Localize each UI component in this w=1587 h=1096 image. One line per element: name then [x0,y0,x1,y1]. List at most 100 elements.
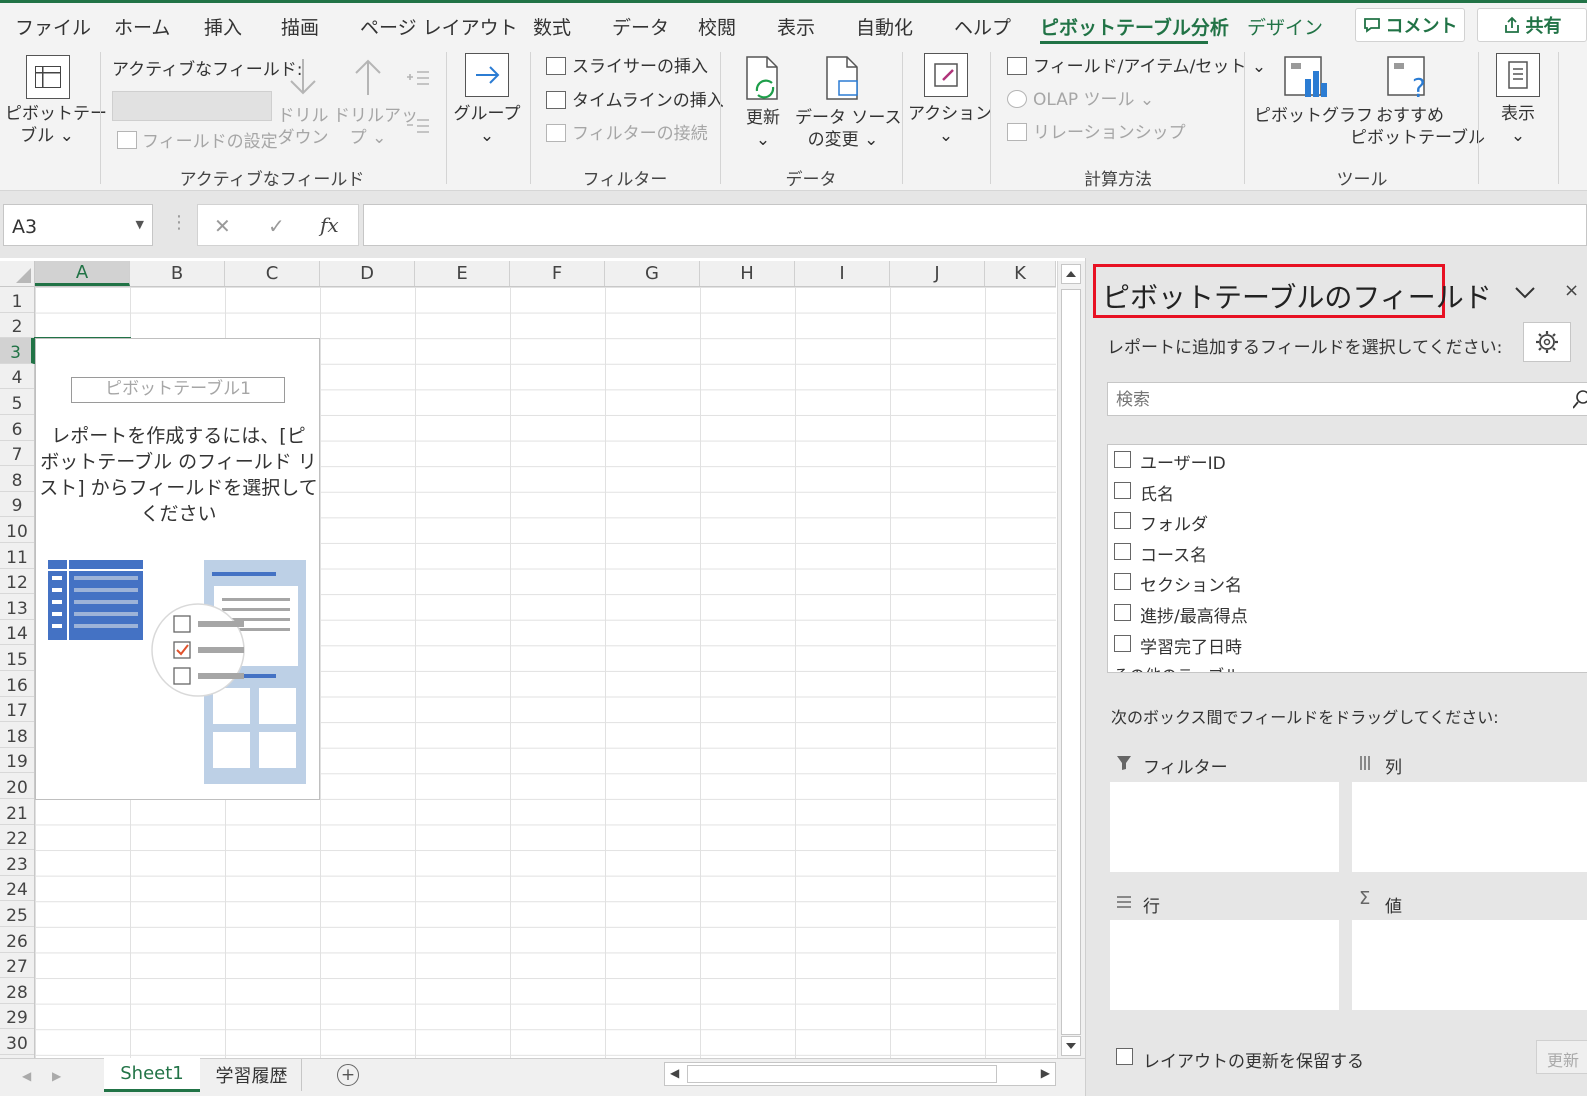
tab-page-layout[interactable]: ページ レイアウト [360,13,518,40]
insert-timeline-button[interactable]: タイムラインの挿入 [572,90,724,112]
add-sheet-button[interactable]: + [337,1064,359,1086]
field-search-input[interactable] [1107,382,1587,416]
row-header-5[interactable]: 5 [0,389,34,415]
horizontal-scroll-thumb[interactable] [687,1065,997,1083]
sheet-tab-sheet1[interactable]: Sheet1 [104,1058,200,1092]
column-header-h[interactable]: H [700,261,795,286]
column-header-f[interactable]: F [510,261,605,286]
row-header-13[interactable]: 13 [0,594,34,620]
drill-down-label-1[interactable]: ドリル [273,105,333,127]
row-header-14[interactable]: 14 [0,620,34,646]
pane-options-chevron-icon[interactable] [1514,286,1536,300]
row-header-25[interactable]: 25 [0,901,34,927]
tab-data[interactable]: データ [612,13,669,40]
field-checkbox[interactable] [1114,604,1131,621]
tab-pivottable-analyze[interactable]: ピボットテーブル分析 [1040,13,1229,40]
row-header-19[interactable]: 19 [0,748,34,774]
horizontal-scrollbar[interactable]: ◀ ▶ [664,1062,1056,1086]
column-header-i[interactable]: I [795,261,890,286]
tab-file[interactable]: ファイル [15,13,91,40]
row-header-8[interactable]: 8 [0,466,34,492]
row-header-3[interactable]: 3 [0,338,34,364]
field-checkbox[interactable] [1114,512,1131,529]
column-header-b[interactable]: B [130,261,225,286]
scroll-up-button[interactable] [1061,264,1081,284]
field-checkbox[interactable] [1114,635,1131,652]
row-header-2[interactable]: 2 [0,313,34,339]
close-pane-icon[interactable]: × [1564,280,1579,301]
tab-formulas[interactable]: 数式 [533,13,571,40]
comment-button[interactable]: コメント [1355,8,1465,42]
more-tables-link[interactable]: その他のテーブル... [1113,662,1255,672]
values-drop-zone[interactable] [1352,920,1587,1010]
tab-automate[interactable]: 自動化 [856,13,913,40]
row-header-18[interactable]: 18 [0,722,34,748]
insert-slicer-button[interactable]: スライサーの挿入 [572,56,708,78]
row-header-30[interactable]: 30 [0,1029,34,1055]
row-header-9[interactable]: 9 [0,492,34,518]
drill-up-label-1[interactable]: ドリルアッ [333,105,418,127]
tab-help[interactable]: ヘルプ [954,13,1011,40]
field-checkbox[interactable] [1114,451,1131,468]
row-header-16[interactable]: 16 [0,671,34,697]
name-box[interactable]: A3 ▼ [3,204,153,246]
enter-icon[interactable]: ✓ [268,214,285,238]
row-header-20[interactable]: 20 [0,773,34,799]
row-header-10[interactable]: 10 [0,517,34,543]
field-checkbox[interactable] [1114,482,1131,499]
scroll-right-icon[interactable]: ▶ [1041,1066,1050,1080]
tab-draw[interactable]: 描画 [281,13,319,40]
cancel-icon[interactable]: ✕ [214,214,231,238]
column-header-c[interactable]: C [225,261,320,286]
select-all-corner[interactable] [0,261,35,286]
expand-field-icon[interactable] [405,69,431,89]
scroll-thumb[interactable] [1061,289,1081,1035]
column-header-j[interactable]: J [890,261,985,286]
rows-drop-zone[interactable] [1110,920,1339,1010]
row-header-1[interactable]: 1 [0,287,34,313]
scroll-down-button[interactable] [1061,1036,1081,1056]
olap-tools-button[interactable]: OLAP ツール ⌄ [1033,89,1154,111]
row-header-27[interactable]: 27 [0,953,34,979]
field-search-text[interactable] [1114,387,1538,413]
insert-function-icon[interactable]: fx [320,213,339,237]
row-header-22[interactable]: 22 [0,825,34,851]
row-header-7[interactable]: 7 [0,441,34,467]
row-header-26[interactable]: 26 [0,927,34,953]
tab-review[interactable]: 校閲 [698,13,736,40]
active-field-input[interactable] [112,91,272,121]
row-header-11[interactable]: 11 [0,543,34,569]
columns-drop-zone[interactable] [1352,782,1587,872]
share-button[interactable]: 共有 [1477,8,1587,42]
prev-sheet-icon[interactable]: ◀ [22,1069,31,1083]
vertical-scrollbar[interactable] [1057,261,1085,1058]
row-header-4[interactable]: 4 [0,364,34,390]
relationships-button[interactable]: リレーションシップ [1033,122,1186,144]
next-sheet-icon[interactable]: ▶ [52,1069,61,1083]
update-button[interactable]: 更新 [1536,1040,1587,1074]
row-header-17[interactable]: 17 [0,697,34,723]
row-header-23[interactable]: 23 [0,850,34,876]
row-header-15[interactable]: 15 [0,645,34,671]
row-header-24[interactable]: 24 [0,876,34,902]
filters-drop-zone[interactable] [1110,782,1339,872]
column-header-k[interactable]: K [985,261,1056,286]
tab-insert[interactable]: 挿入 [204,13,242,40]
row-header-6[interactable]: 6 [0,415,34,441]
row-header-29[interactable]: 29 [0,1004,34,1030]
name-box-dropdown-icon[interactable]: ▼ [136,218,144,231]
field-list-settings-button[interactable] [1523,322,1571,362]
tab-view[interactable]: 表示 [777,13,815,40]
row-header-28[interactable]: 28 [0,978,34,1004]
scroll-left-icon[interactable]: ◀ [670,1066,679,1080]
column-header-g[interactable]: G [605,261,700,286]
field-checkbox[interactable] [1114,573,1131,590]
filter-connections-button[interactable]: フィルターの接続 [572,123,708,145]
column-header-e[interactable]: E [415,261,510,286]
row-header-12[interactable]: 12 [0,569,34,595]
tab-design[interactable]: デザイン [1247,13,1323,40]
column-header-d[interactable]: D [320,261,415,286]
column-header-a[interactable]: A [35,261,130,286]
fields-items-sets-button[interactable]: フィールド/アイテム/セット ⌄ [1033,56,1266,78]
formula-input[interactable] [363,204,1587,246]
